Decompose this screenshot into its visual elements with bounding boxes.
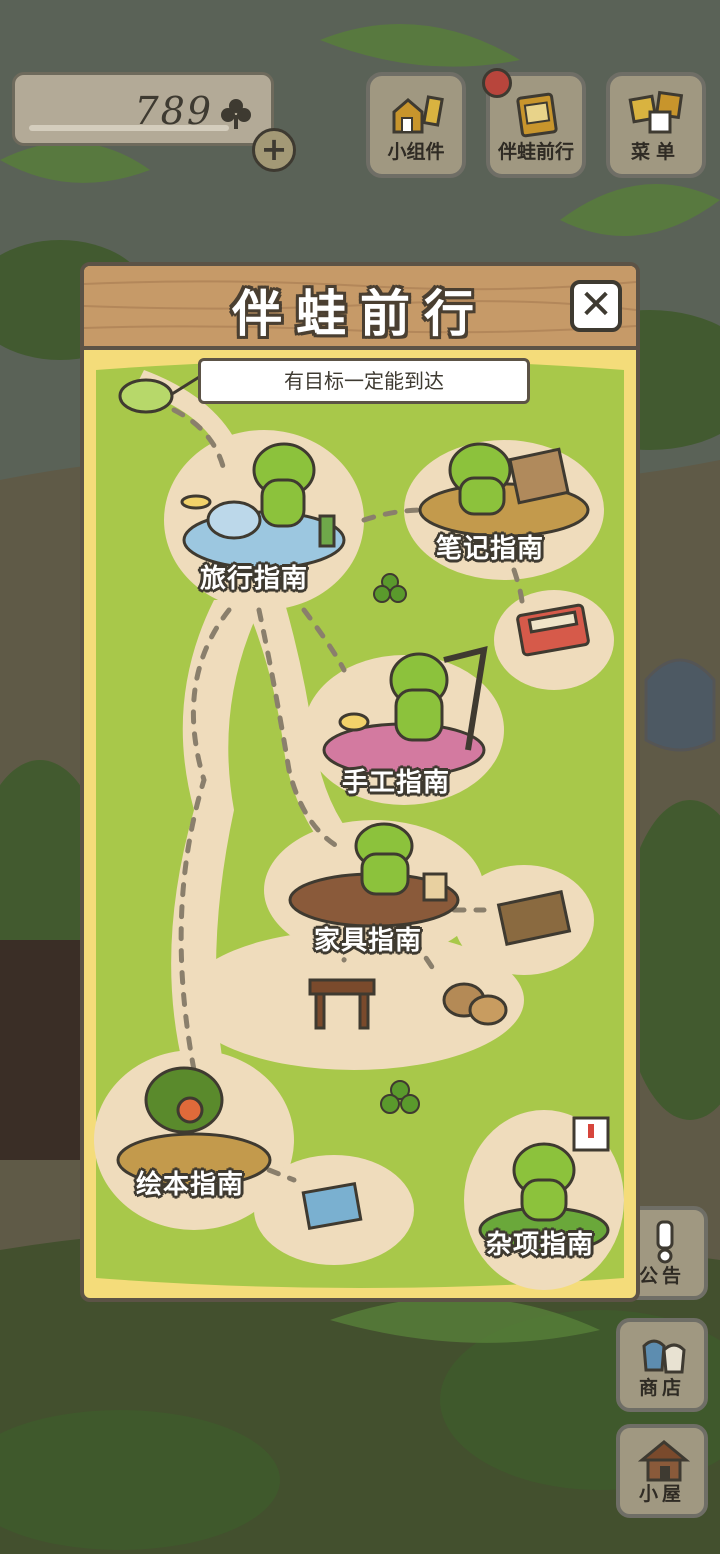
- guide-dialog: 伴蛙前行 ✕ 有目标一定能到达 旅行指南 笔记指南 手工指南 家具指南 绘本指南…: [80, 262, 640, 1302]
- picturebook-guide-link[interactable]: 绘本指南: [136, 1164, 244, 1201]
- add-currency-button[interactable]: +: [252, 128, 296, 172]
- menu-button[interactable]: 菜单: [606, 72, 706, 178]
- guide-label: 伴蛙前行: [497, 141, 574, 163]
- notification-badge: [482, 68, 512, 98]
- menu-label: 菜单: [630, 141, 681, 163]
- motto-banner: 有目标一定能到达: [198, 358, 530, 404]
- dialog-title: 伴蛙前行: [232, 285, 488, 343]
- widget-label: 小组件: [387, 141, 445, 163]
- house-label: 小屋: [638, 1483, 685, 1505]
- house-icon: [638, 1440, 690, 1482]
- misc-guide-link[interactable]: 杂项指南: [486, 1224, 594, 1261]
- currency-display: 789: [12, 72, 274, 146]
- close-icon: ✕: [579, 282, 613, 328]
- currency-bar: [29, 125, 229, 131]
- shop-bags-icon: [642, 1339, 686, 1374]
- widget-icon: [392, 95, 444, 134]
- menu-cards-icon: [628, 90, 684, 134]
- travel-guide-link[interactable]: 旅行指南: [200, 558, 308, 595]
- crafts-guide-link[interactable]: 手工指南: [342, 762, 450, 799]
- plus-icon: +: [260, 130, 288, 168]
- furniture-guide-link[interactable]: 家具指南: [314, 920, 422, 957]
- house-button[interactable]: 小屋: [616, 1424, 708, 1518]
- shop-button[interactable]: 商店: [616, 1318, 708, 1412]
- dialog-header: 伴蛙前行 ✕: [84, 266, 636, 350]
- guidebook-icon: [516, 92, 558, 138]
- shop-label: 商店: [638, 1377, 685, 1399]
- guide-map: [94, 360, 624, 1290]
- close-button[interactable]: ✕: [570, 280, 622, 332]
- widget-button[interactable]: 小组件: [366, 72, 466, 178]
- exclamation-icon: [656, 1220, 674, 1264]
- notes-guide-link[interactable]: 笔记指南: [436, 528, 544, 565]
